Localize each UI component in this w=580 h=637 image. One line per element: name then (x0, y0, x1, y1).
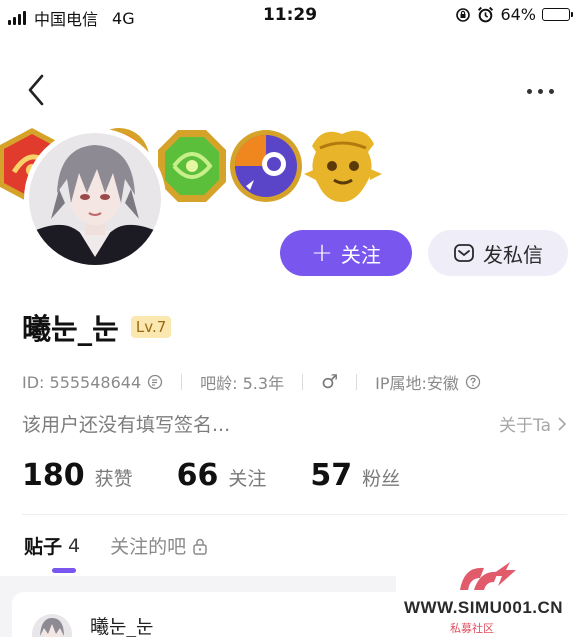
plus-icon: + (311, 238, 333, 268)
about-link[interactable]: 关于Ta (499, 411, 567, 436)
user-id-text: ID: 555548644 (22, 372, 142, 392)
chevron-left-icon (28, 74, 44, 106)
stat-value: 57 (310, 458, 353, 493)
follow-label: 关注 (340, 242, 381, 267)
stat-likes[interactable]: 180 获赞 (22, 458, 133, 493)
tab-posts-count: 4 (68, 534, 81, 557)
watermark-text: WWW.SIMU001.CN (404, 598, 564, 617)
tab-followed-bars[interactable]: 关注的吧 (110, 532, 208, 559)
stat-following[interactable]: 66 关注 (177, 458, 267, 493)
divider (181, 374, 183, 390)
more-dots-icon (526, 88, 532, 94)
battery-icon (542, 8, 573, 21)
meta-row: ID: 555548644 吧龄: 5.3年 ♂ IP属地:安徽 (22, 370, 562, 394)
watermark-logo (460, 562, 516, 590)
copy-icon[interactable] (147, 374, 163, 390)
signature-row: 该用户还没有填写签名... 关于Ta (22, 410, 567, 438)
help-icon[interactable] (465, 374, 481, 390)
watermark-subtext: 私募社区 (450, 622, 494, 635)
divider (356, 374, 358, 390)
stat-label: 粉丝 (362, 468, 401, 490)
male-gender-icon: ♂ (321, 371, 339, 393)
divider (302, 374, 304, 390)
watermark: WWW.SIMU001.CN 私募社区 (396, 548, 580, 637)
post-author-name[interactable]: 曦눈_눈 (90, 612, 153, 637)
stat-value: 66 (176, 458, 219, 493)
active-tab-indicator (52, 568, 76, 573)
medal-badge-5[interactable] (302, 124, 384, 208)
signature-text: 该用户还没有填写签名... (22, 414, 231, 436)
battery-percent: 64% (500, 5, 536, 24)
message-label: 发私信 (483, 242, 543, 267)
alarm-icon (478, 6, 494, 23)
level-badge[interactable]: Lv.7 (130, 316, 172, 338)
chevron-right-icon (558, 416, 567, 431)
post-avatar[interactable] (32, 614, 72, 637)
tab-posts[interactable]: 贴子 4 (24, 532, 80, 559)
more-options-button[interactable] (520, 84, 560, 98)
stat-followers[interactable]: 57 粉丝 (310, 458, 400, 493)
follow-button[interactable]: + 关注 (280, 230, 412, 276)
section-divider (22, 514, 567, 515)
rotation-lock-icon (456, 7, 471, 22)
profile-name-row: 曦눈_눈 Lv.7 (22, 306, 172, 348)
stat-value: 180 (22, 458, 85, 493)
avatar[interactable] (24, 128, 166, 270)
ip-location-text: IP属地:安徽 (375, 374, 459, 393)
stat-label: 关注 (228, 468, 267, 490)
status-right: 64% (455, 5, 573, 24)
avatar-image (32, 614, 72, 637)
ip-location[interactable]: IP属地:安徽 (375, 370, 481, 394)
tieba-age: 吧龄: 5.3年 (200, 374, 285, 393)
avatar-image (29, 133, 161, 265)
about-link-label: 关于Ta (499, 416, 551, 436)
back-button[interactable] (22, 70, 52, 110)
stats-row: 180 获赞 66 关注 57 粉丝 (22, 458, 444, 493)
status-bar: 中国电信 4G 11:29 64% (0, 0, 580, 32)
tab-posts-label: 贴子 (24, 536, 63, 558)
stat-label: 获赞 (94, 468, 133, 490)
user-id[interactable]: ID: 555548644 (22, 373, 163, 392)
message-icon (454, 244, 474, 262)
medal-badge-4[interactable] (228, 124, 306, 208)
username: 曦눈_눈 (22, 312, 119, 346)
lock-icon (193, 538, 207, 555)
profile-tabs: 贴子 4 关注的吧 (24, 532, 208, 559)
send-message-button[interactable]: 发私信 (428, 230, 568, 276)
tab-followed-bars-label: 关注的吧 (110, 536, 187, 558)
